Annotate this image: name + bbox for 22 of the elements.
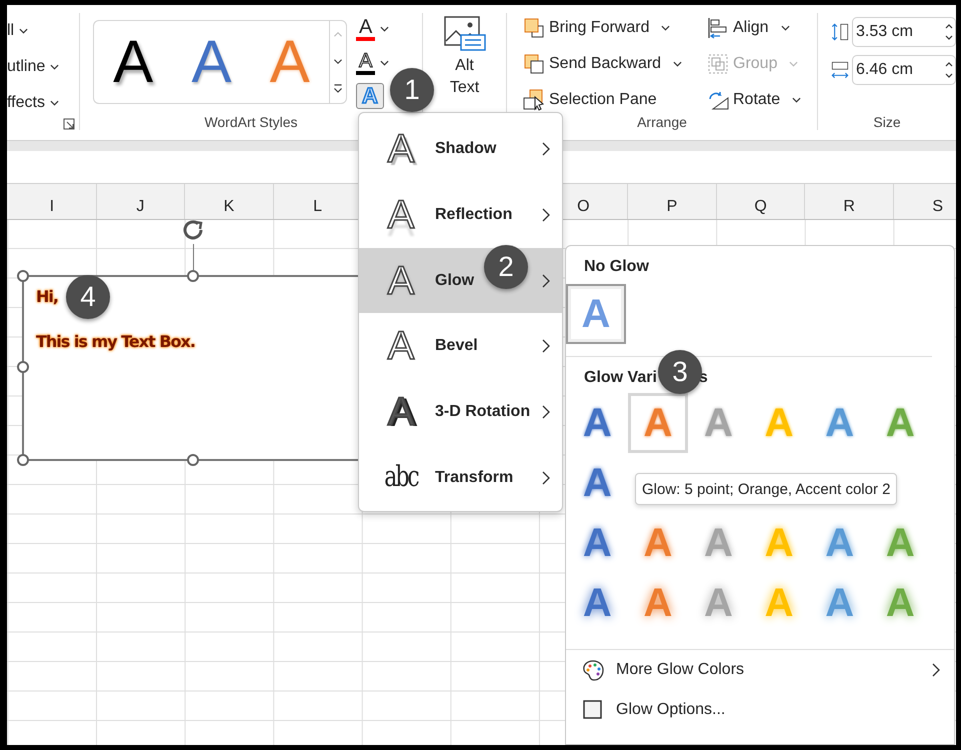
menu-item-label: Glow bbox=[435, 272, 476, 290]
section-heading: Glow Vari bbox=[584, 369, 657, 387]
text-box-line: Hi, bbox=[36, 287, 58, 306]
menu-item-label: Bevel bbox=[435, 337, 479, 356]
group-label: Arrange bbox=[636, 114, 688, 130]
menu-item-label: Transform bbox=[435, 469, 514, 488]
effect-sample: A bbox=[386, 326, 416, 366]
effect-sample: A bbox=[381, 128, 421, 169]
menu-item-label: 3-D Rotation bbox=[435, 403, 532, 422]
effect-sample: A bbox=[386, 194, 416, 235]
section-heading: No Glow bbox=[584, 258, 649, 276]
group-label: Size bbox=[872, 114, 902, 130]
text-box-line: This is my Text Box. bbox=[36, 332, 195, 351]
effect-sample: abc bbox=[383, 464, 420, 492]
menu-item-label: Reflection bbox=[435, 206, 514, 224]
group-label: WordArt Styles bbox=[203, 114, 299, 130]
menu-item-label: More Glow Colors bbox=[616, 661, 746, 679]
tooltip: Glow: 5 point; Orange, Accent color 2 bbox=[635, 473, 898, 505]
menu-item-label: Shadow bbox=[435, 140, 498, 158]
effect-sample: A bbox=[386, 392, 416, 432]
effect-sample: A bbox=[386, 260, 416, 301]
menu-item-label: Glow Options... bbox=[616, 701, 726, 719]
